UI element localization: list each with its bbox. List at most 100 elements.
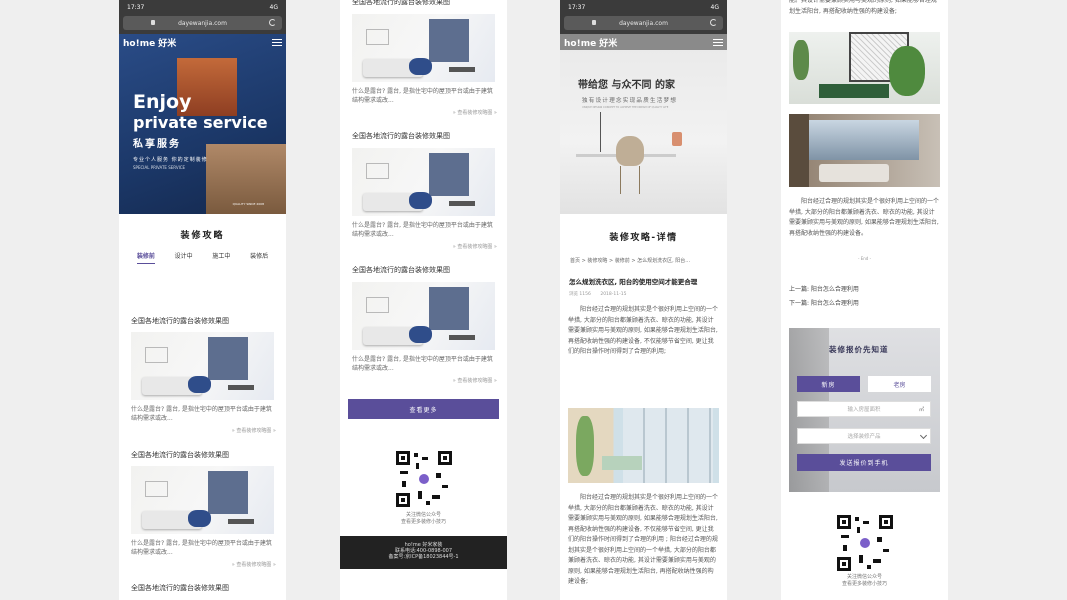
qr-caption-1: 关注微信公众号 xyxy=(846,574,882,580)
banner-headline: 带给您 与众不同 的家 xyxy=(578,80,675,91)
hero-line-1: Enjoy xyxy=(133,91,192,113)
article-card[interactable]: 全国各地流行的露台装修效果图 xyxy=(131,583,276,593)
card-image xyxy=(131,332,274,400)
card-desc: 什么是露台? 露台, 是指住宅中的屋顶平台或由于建筑结构需求或改... xyxy=(352,222,493,238)
lock-icon xyxy=(592,20,596,25)
status-time: 17:37 xyxy=(568,3,586,11)
lock-icon xyxy=(151,20,155,25)
site-header: ho!me 好米 xyxy=(119,34,286,50)
mobile-page-guide-detail-continued: 能。其设计需要兼顾实用与美观的原则, 如果能够合理规划生活阳台, 再搭配收纳性强… xyxy=(781,0,948,600)
detail-title: 装修攻略-详情 xyxy=(609,233,678,243)
status-time: 17:37 xyxy=(127,3,145,11)
article-paragraph-tail: 能。其设计需要兼顾实用与美观的原则, 如果能够合理规划生活阳台, 再搭配收纳性强… xyxy=(789,0,937,15)
qr-caption-1: 关注微信公众号 xyxy=(405,512,441,518)
card-more-link[interactable]: » 查看装修攻略图 » xyxy=(352,243,497,250)
banner-chair-legs xyxy=(620,166,640,194)
hero-line-6: QUALITY SINCE 2008 xyxy=(232,202,264,206)
article-title: 怎么规划洗衣区, 阳台的使用空间才能更合理 xyxy=(569,278,698,286)
card-image xyxy=(352,148,495,216)
card-more-link[interactable]: » 查看装修攻略图 » xyxy=(352,377,497,384)
card-desc: 什么是露台? 露台, 是指住宅中的屋顶平台或由于建筑结构需求或改... xyxy=(352,88,493,104)
product-select-placeholder: 选择装修产品 xyxy=(847,434,881,440)
tab-before[interactable]: 装修前 xyxy=(136,251,155,264)
hero-line-3: 私享服务 xyxy=(133,139,181,150)
brand-logo[interactable]: ho!me 好米 xyxy=(123,36,176,49)
card-title: 全国各地流行的露台装修效果图 xyxy=(131,584,229,592)
menu-icon[interactable] xyxy=(272,38,282,46)
card-title: 全国各地流行的露台装修效果图 xyxy=(352,266,450,274)
qr-caption-2: 查看更多装修小技巧 xyxy=(841,581,887,587)
hero-line-4: 专业个人服务 你的定制装修 xyxy=(133,157,208,163)
article-card[interactable]: 全国各地流行的露台装修效果图 什么是露台? 露台, 是指住宅中的屋顶平台或由于建… xyxy=(131,450,276,568)
card-more-link[interactable]: » 查看装修攻略图 » xyxy=(352,109,497,116)
wechat-logo-icon xyxy=(857,536,872,550)
load-more-button[interactable]: 查看更多 xyxy=(348,399,499,419)
hero-line-5: SPECIAL PRIVATE SERVICE xyxy=(133,165,186,170)
guide-tabs: 装修前 设计中 施工中 装修后 xyxy=(119,251,286,264)
banner-sub-en: UNIQUE DESIGN CONCEPT TO ACHIEVE THE DRE… xyxy=(582,106,669,109)
brand-logo[interactable]: ho!me 好米 xyxy=(564,36,617,49)
card-image xyxy=(131,466,274,534)
status-signal: 4G xyxy=(269,3,278,11)
quote-title: 装修报价先知道 xyxy=(829,345,889,354)
hero-banner: ho!me 好米 Enjoy private service 私享服务 专业个人… xyxy=(119,34,286,214)
quote-tab-old-house[interactable]: 老房 xyxy=(868,376,931,392)
view-count: 浏览 1156 xyxy=(569,292,591,297)
mobile-page-guide-detail: 17:37 4G dayewanjia.com ho!me 好米 带给您 与众不… xyxy=(560,0,727,600)
card-more-link[interactable]: » 查看装修攻略图 » xyxy=(131,427,276,434)
card-image xyxy=(352,14,495,82)
browser-url-bar[interactable]: dayewanjia.com xyxy=(560,14,727,34)
mobile-page-guide-list: 17:37 4G dayewanjia.com ho!me 好米 Enjoy p… xyxy=(119,0,286,600)
qr-code xyxy=(395,451,452,507)
hero-line-2: private service xyxy=(133,113,268,132)
card-desc: 什么是露台? 露台, 是指住宅中的屋顶平台或由于建筑结构需求或改... xyxy=(352,356,493,372)
article-card[interactable]: 全国各地流行的露台装修效果图 什么是露台? 露台, 是指住宅中的屋顶平台或由于建… xyxy=(352,131,497,250)
qr-code xyxy=(836,515,893,571)
prev-article-link[interactable]: 上一篇: 阳台怎么合理利用 xyxy=(789,284,859,293)
area-input-placeholder: 输入房屋面积 xyxy=(847,407,881,413)
footer-icp: 备案号:京ICP备18023844号-1 xyxy=(388,554,459,560)
site-footer: ho!me 好米家装 联系电话:400-0898-007 备案号:京ICP备18… xyxy=(340,536,507,569)
browser-url-bar[interactable]: dayewanjia.com xyxy=(119,14,286,34)
banner-lamp xyxy=(600,112,606,152)
send-quote-button[interactable]: 发送报价到手机 xyxy=(797,454,931,471)
card-title: 全国各地流行的露台装修效果图 xyxy=(131,451,229,459)
qr-block: 关注微信公众号 查看更多装修小技巧 xyxy=(340,451,507,525)
quote-tab-new-house[interactable]: 新房 xyxy=(797,376,860,392)
detail-banner: ho!me 好米 带给您 与众不同 的家 独有设计理念实现品质生活梦想 UNIQ… xyxy=(560,34,727,214)
status-signal: 4G xyxy=(710,3,719,11)
next-article-link[interactable]: 下一篇: 阳台怎么合理利用 xyxy=(789,298,859,307)
card-title: 全国各地流行的露台装修效果图 xyxy=(352,0,450,6)
card-more-link[interactable]: » 查看装修攻略图 » xyxy=(131,561,276,568)
breadcrumb[interactable]: 首页 > 装修攻略 > 装修前 > 怎么规划洗衣区, 阳台... xyxy=(560,257,727,264)
article-card[interactable]: 全国各地流行的露台装修效果图 什么是露台? 露台, 是指住宅中的屋顶平台或由于建… xyxy=(131,316,276,434)
article-image-balcony xyxy=(568,408,719,483)
reload-icon[interactable] xyxy=(269,19,276,26)
site-header: ho!me 好米 xyxy=(560,34,727,50)
article-card[interactable]: 全国各地流行的露台装修效果图 什么是露台? 露台, 是指住宅中的屋顶平台或由于建… xyxy=(352,265,497,384)
qr-caption-2: 查看更多装修小技巧 xyxy=(400,519,446,525)
tab-design[interactable]: 设计中 xyxy=(175,251,193,264)
phone-status-bar: 17:37 4G xyxy=(560,0,727,14)
banner-sub: 独有设计理念实现品质生活梦想 xyxy=(582,98,678,104)
card-image xyxy=(352,282,495,350)
product-select[interactable]: 选择装修产品 xyxy=(797,428,931,444)
quote-form: 装修报价先知道 新房 老房 输入房屋面积 ㎡ 选择装修产品 发送报价到手机 xyxy=(789,328,940,492)
area-unit: ㎡ xyxy=(918,406,924,413)
area-input[interactable]: 输入房屋面积 ㎡ xyxy=(797,401,931,417)
article-meta: 浏览 1156 2018-11-15 xyxy=(560,291,727,297)
phone-status-bar: 17:37 4G xyxy=(119,0,286,14)
card-desc: 什么是露台? 露台, 是指住宅中的屋顶平台或由于建筑结构需求或改... xyxy=(131,540,272,556)
reload-icon[interactable] xyxy=(710,19,717,26)
url-text: dayewanjia.com xyxy=(178,19,227,27)
article-card[interactable]: 全国各地流行的露台装修效果图 什么是露台? 露台, 是指住宅中的屋顶平台或由于建… xyxy=(352,0,497,116)
tab-construction[interactable]: 施工中 xyxy=(212,251,230,264)
card-desc: 什么是露台? 露台, 是指住宅中的屋顶平台或由于建筑结构需求或改... xyxy=(131,406,272,422)
hero-text: Enjoy private service 私享服务 专业个人服务 你的定制装修… xyxy=(133,91,268,171)
menu-icon[interactable] xyxy=(713,38,723,46)
qr-block: 关注微信公众号 查看更多装修小技巧 xyxy=(781,515,948,587)
publish-date: 2018-11-15 xyxy=(600,292,627,297)
article-image-plants xyxy=(789,32,940,104)
card-title: 全国各地流行的露台装修效果图 xyxy=(131,317,229,325)
tab-after[interactable]: 装修后 xyxy=(250,251,268,264)
